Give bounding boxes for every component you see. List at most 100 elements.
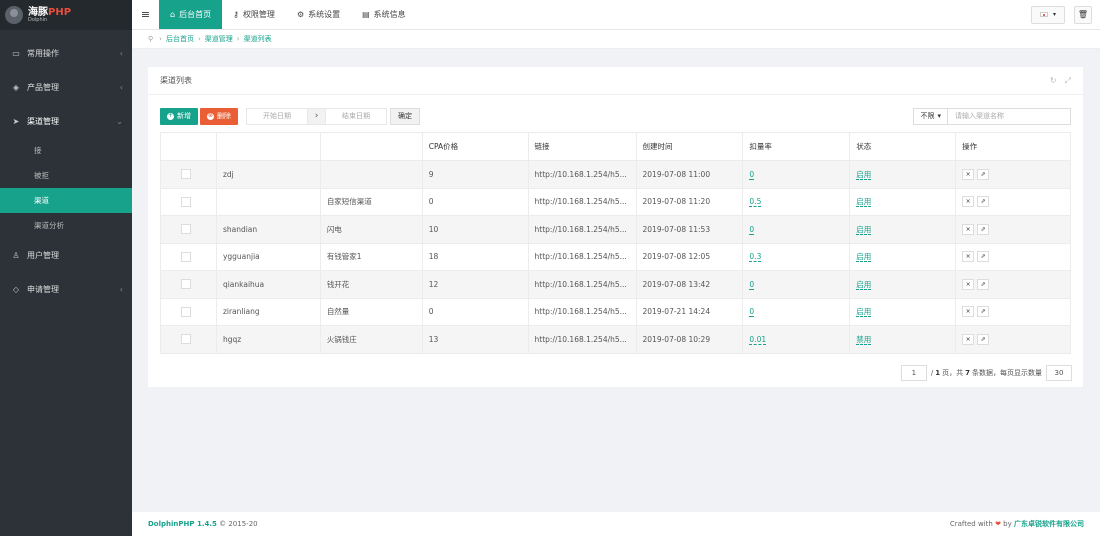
delete-row-icon[interactable]: × [962, 196, 975, 208]
sidebar-item-users[interactable]: ♙ 用户管理 [0, 238, 132, 272]
breadcrumb-sep: › [236, 35, 240, 43]
search-input[interactable]: 请输入渠道名称 [948, 107, 1071, 125]
sidebar-item-products[interactable]: ◈ 产品管理 ‹ [0, 70, 132, 104]
cell-code: hgqz [215, 325, 321, 354]
cell-status-editable[interactable]: 启用 [856, 224, 872, 235]
cell-status-editable[interactable]: 启用 [856, 169, 872, 180]
cell-status-editable[interactable]: 启用 [856, 197, 872, 208]
row-actions: × ⇗ [962, 306, 1069, 318]
edit-row-icon[interactable]: ⇗ [977, 168, 990, 180]
delete-row-icon[interactable]: × [962, 251, 975, 263]
row-checkbox[interactable] [181, 251, 191, 262]
tab-system-info[interactable]: ▤ 系统信息 [351, 0, 417, 29]
cell-link: http://10.168.1.254/h5... [527, 270, 637, 299]
start-date-input[interactable]: 开始日期 [246, 107, 308, 125]
cell-rate-editable[interactable]: 0 [749, 307, 755, 318]
heart-icon: ❤ [995, 520, 1001, 528]
edit-row-icon[interactable]: ⇗ [977, 223, 990, 235]
page-size-input[interactable]: 30 [1046, 365, 1072, 381]
tab-settings[interactable]: ⚙ 系统设置 [286, 0, 351, 29]
delete-row-icon[interactable]: × [962, 278, 975, 290]
cell-status-editable[interactable]: 启用 [856, 252, 872, 263]
search-group: 不限 ▾ 请输入渠道名称 [913, 107, 1071, 125]
cell-code [215, 187, 321, 216]
cell-cpa: 0 [421, 187, 529, 216]
row-checkbox[interactable] [181, 224, 191, 235]
map-pin-icon: ⚲ [148, 35, 154, 43]
table-row: zdj 9 http://10.168.1.254/h5... 2019-07-… [160, 160, 1071, 189]
delete-row-icon[interactable]: × [962, 168, 975, 180]
cell-rate-editable[interactable]: 0 [749, 224, 755, 235]
edit-row-icon[interactable]: ⇗ [977, 251, 990, 263]
cell-status-editable[interactable]: 启用 [856, 307, 872, 318]
sidebar-item-common[interactable]: ▭ 常用操作 ‹ [0, 36, 132, 70]
page-number-input[interactable]: 1 [900, 365, 927, 381]
row-checkbox[interactable] [181, 196, 191, 207]
cell-rate-editable[interactable]: 0.5 [749, 197, 762, 208]
delete-row-icon[interactable]: × [962, 223, 975, 235]
footer-company-link[interactable]: 广东卓锐软件有限公司 [1014, 520, 1084, 528]
col-header-cpa[interactable]: CPA价格 [421, 132, 529, 161]
delete-button[interactable]: ⊗ 删除 [200, 107, 238, 125]
end-date-input[interactable]: 结束日期 [325, 107, 387, 125]
footer-product: DolphinPHP 1.4.5 [148, 520, 217, 528]
sidebar-item-label: 渠道管理 [27, 116, 59, 126]
clear-cache-button[interactable]: 🗑 [1074, 5, 1092, 24]
delete-row-icon[interactable]: × [962, 333, 975, 345]
col-header-actions: 操作 [955, 132, 1071, 161]
edit-row-icon[interactable]: ⇗ [977, 306, 990, 318]
avatar[interactable] [5, 6, 23, 24]
refresh-icon[interactable]: ↻ [1050, 76, 1057, 86]
tab-label: 系统信息 [373, 10, 406, 19]
add-label: 新增 [177, 112, 191, 120]
cell-rate-editable[interactable]: 0.3 [749, 252, 762, 263]
topbar-actions: ▾ 🗑 [1031, 0, 1100, 29]
sidebar-item-channels[interactable]: ➤ 渠道管理 ⌄ [0, 104, 132, 138]
footer-crafted: Crafted with [949, 520, 993, 528]
row-checkbox[interactable] [181, 279, 191, 290]
tag-icon: ◇ [12, 284, 20, 294]
cell-rate-editable[interactable]: 0.01 [749, 334, 767, 345]
search-filter-dropdown[interactable]: 不限 ▾ [913, 107, 948, 125]
menu-toggle-icon[interactable]: ≡ [132, 0, 159, 29]
panel-title: 渠道列表 [160, 76, 192, 85]
sidebar-item-applications[interactable]: ◇ 申请管理 ‹ [0, 272, 132, 306]
language-dropdown[interactable]: ▾ [1031, 5, 1065, 24]
cell-rate-editable[interactable]: 0 [749, 169, 755, 180]
sidebar-subitem-channel-analysis[interactable]: 渠道分析 [0, 213, 132, 238]
logo[interactable]: 海豚PHP Dolphin [0, 0, 132, 30]
cell-cpa: 0 [421, 297, 529, 326]
col-header-created[interactable]: 创建时间 [635, 132, 744, 161]
trash-icon: 🗑 [1077, 10, 1089, 19]
fullscreen-icon[interactable]: ⤢ [1065, 76, 1071, 86]
tab-permissions[interactable]: ⚷ 权限管理 [222, 0, 286, 29]
cell-link: http://10.168.1.254/h5... [527, 297, 637, 326]
add-button[interactable]: + 新增 [160, 107, 198, 125]
breadcrumb-channels[interactable]: 渠道管理 [205, 34, 233, 44]
delete-row-icon[interactable]: × [962, 306, 975, 318]
breadcrumb-home[interactable]: 后台首页 [166, 34, 194, 44]
sidebar-subitem-1[interactable]: 被拒 [0, 163, 132, 188]
edit-row-icon[interactable]: ⇗ [977, 278, 990, 290]
row-checkbox[interactable] [181, 334, 191, 345]
cell-link: http://10.168.1.254/h5... [527, 215, 637, 244]
cell-name: 有钱管家1 [319, 242, 423, 271]
chevron-down-icon: ⌄ [116, 116, 123, 126]
col-header-link: 链接 [527, 132, 637, 161]
cell-status-editable[interactable]: 禁用 [856, 334, 872, 345]
cell-created: 2019-07-21 14:24 [635, 297, 744, 326]
row-checkbox[interactable] [181, 169, 191, 180]
breadcrumb-channel-list[interactable]: 渠道列表 [244, 34, 272, 44]
sidebar-subitem-0[interactable]: 接 [0, 138, 132, 163]
edit-row-icon[interactable]: ⇗ [977, 333, 990, 345]
cell-status-editable[interactable]: 启用 [856, 279, 872, 290]
sidebar-subitem-channel-list[interactable]: 渠道 [0, 188, 132, 213]
pager-text-a: / [930, 369, 934, 377]
tab-home[interactable]: ⌂ 后台首页 [159, 0, 223, 29]
row-checkbox[interactable] [181, 306, 191, 317]
confirm-button[interactable]: 确定 [390, 107, 420, 125]
edit-row-icon[interactable]: ⇗ [977, 196, 990, 208]
cell-code: shandian [215, 215, 321, 244]
cell-rate-editable[interactable]: 0 [749, 279, 755, 290]
cell-link: http://10.168.1.254/h5... [527, 325, 637, 354]
